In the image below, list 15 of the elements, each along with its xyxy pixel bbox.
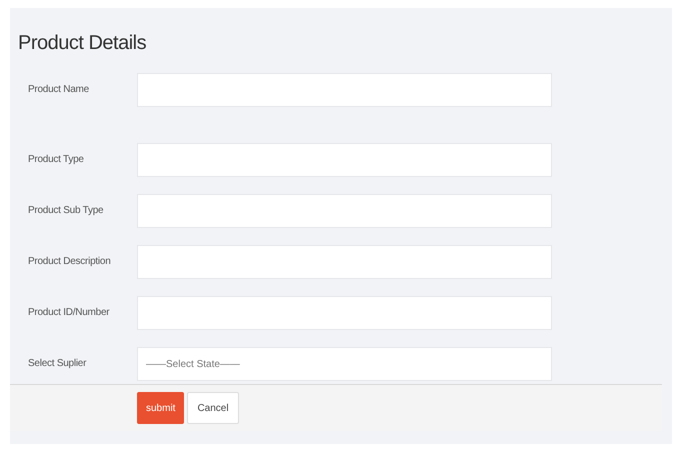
supplier-select[interactable]: ——Select State—— — [137, 347, 552, 381]
field-label: Product ID/Number — [27, 306, 110, 320]
field-label: Product Description — [27, 255, 112, 269]
field-label: Product Sub Type — [27, 204, 104, 218]
text-input[interactable] — [137, 143, 552, 177]
text-input[interactable] — [137, 73, 552, 107]
field-label: Product Type — [27, 153, 85, 167]
field-label: Select Suplier — [27, 357, 88, 371]
submit-button[interactable]: submit — [137, 392, 184, 424]
text-input[interactable] — [137, 296, 552, 330]
text-input[interactable] — [137, 194, 552, 228]
field-label: Product Name — [27, 83, 90, 97]
form-title: Product Details — [18, 31, 146, 56]
cancel-button[interactable]: Cancel — [187, 392, 239, 424]
text-input[interactable] — [137, 245, 552, 279]
